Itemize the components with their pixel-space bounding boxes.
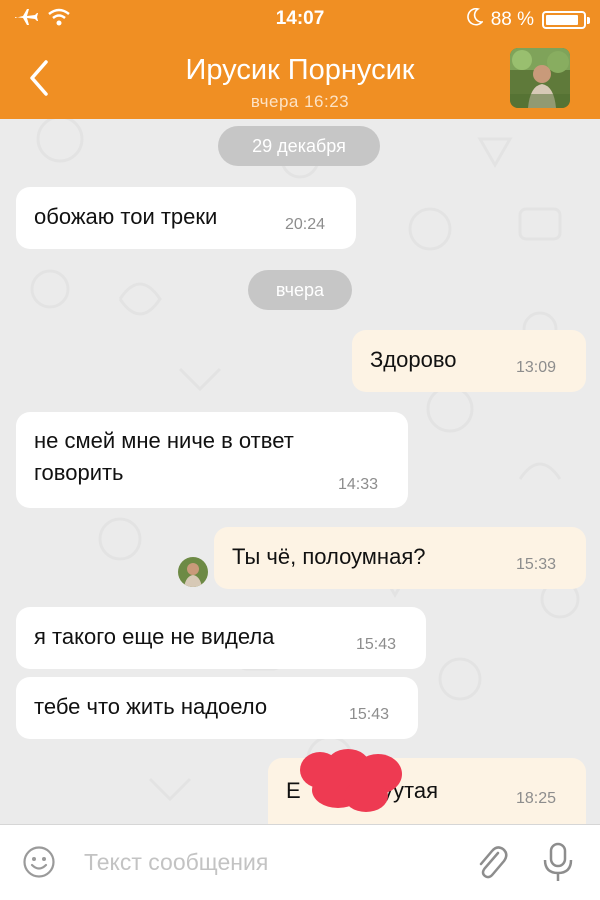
status-bar: 14:07 88 % (0, 0, 600, 38)
message-text: Ты чё, полоумная? (232, 544, 426, 569)
message-outgoing[interactable]: Ты чё, полоумная? 15:33 (214, 527, 586, 589)
message-incoming[interactable]: не смей мне ниче в ответ говорить 14:33 (16, 412, 408, 508)
message-incoming[interactable]: тебе что жить надоело 15:43 (16, 677, 418, 739)
chat-area[interactable]: 29 декабря обожаю тои треки 20:24 вчера … (0, 119, 600, 824)
message-time: 18:25 (516, 790, 557, 807)
message-text-line2: говорить (34, 460, 124, 485)
battery-percent: 88 % (490, 9, 534, 30)
message-input[interactable] (84, 847, 444, 877)
paperclip-icon (479, 846, 508, 879)
message-text: тебе что жить надоело (34, 694, 268, 719)
battery-icon (542, 11, 590, 29)
message-text: Здорово (370, 347, 457, 372)
message-time: 14:33 (338, 476, 379, 493)
message-text-line1: не смей мне ниче в ответ (34, 428, 294, 453)
attach-button[interactable] (474, 843, 510, 883)
date-separator: вчера (248, 270, 352, 310)
message-text: я такого еще не видела (34, 624, 275, 649)
contact-avatar[interactable] (510, 48, 570, 108)
message-time: 15:33 (516, 556, 557, 573)
message-time: 20:24 (285, 216, 326, 233)
sender-avatar[interactable] (178, 557, 208, 587)
emoji-icon (23, 846, 55, 878)
voice-button[interactable] (540, 841, 576, 883)
message-text: обожаю тои треки (34, 204, 218, 229)
battery-fill (546, 15, 578, 25)
message-time: 15:43 (349, 706, 390, 723)
message-incoming[interactable]: обожаю тои треки 20:24 (16, 187, 356, 249)
message-outgoing[interactable]: Здорово 13:09 (352, 330, 586, 392)
date-separator: 29 декабря (218, 126, 380, 166)
message-incoming[interactable]: я такого еще не видела 15:43 (16, 607, 426, 669)
message-input-bar (0, 824, 600, 900)
redaction-scribble (300, 749, 402, 812)
message-outgoing[interactable]: Е уутая 18:25 (268, 749, 586, 824)
header-bar: 14:07 88 % Ирусик Порнусик вчера 16:23 (0, 0, 600, 119)
moon-icon (466, 7, 484, 32)
microphone-icon (543, 842, 573, 881)
emoji-button[interactable] (22, 845, 56, 879)
message-time: 13:09 (516, 359, 557, 376)
message-time: 15:43 (356, 636, 397, 653)
